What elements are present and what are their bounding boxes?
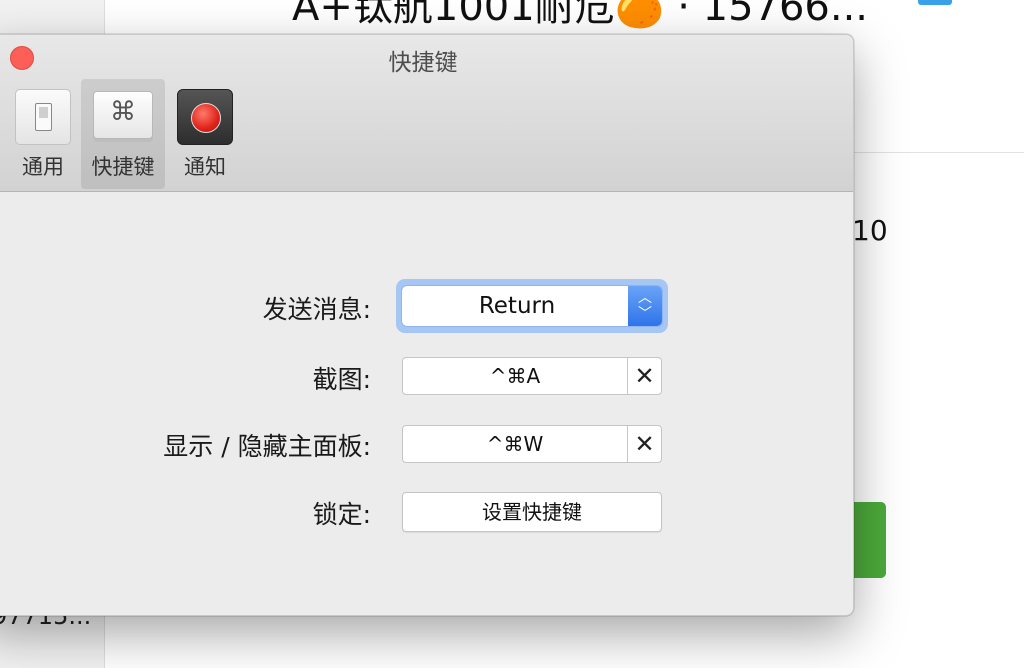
send-message-label: 发送消息: (262, 295, 371, 324)
toolbar-label-notifications: 通知 (184, 155, 226, 179)
screenshot-shortcut-field[interactable]: ^⌘A (402, 357, 628, 395)
toggle-panel-label: 显示 / 隐藏主面板: (163, 432, 371, 461)
send-message-popup-button[interactable]: Return ︿ ﹀ (401, 285, 663, 327)
record-dot-icon (177, 89, 233, 145)
send-message-row-label-container: 发送消息: (81, 290, 371, 330)
background-chat-title: A+钛航1001耐危🍊 · 15766... (292, 0, 869, 30)
titlebar-toolbar: 快捷键 通用 ⌘ 快捷键 通知 (0, 35, 853, 192)
toolbar-item-hotkeys[interactable]: ⌘ 快捷键 (81, 79, 165, 189)
screenshot-clear-button[interactable]: ✕ (627, 357, 662, 395)
toolbar-item-notifications[interactable]: 通知 (163, 79, 247, 189)
send-message-popup-value: Return (478, 293, 556, 319)
screenshot-label: 截图: (312, 365, 371, 394)
toolbar-label-general: 通用 (22, 155, 64, 179)
toggle-switch-icon (15, 89, 71, 145)
toolbar-item-general[interactable]: 通用 (1, 79, 85, 189)
lock-row-label-container: 锁定: (81, 495, 371, 535)
lock-label: 锁定: (312, 500, 371, 529)
set-lock-shortcut-button[interactable]: 设置快捷键 (402, 492, 662, 532)
window-title: 快捷键 (388, 50, 458, 76)
command-key-icon: ⌘ (93, 91, 153, 139)
background-title-icon (918, 0, 952, 5)
toggle-panel-shortcut-field[interactable]: ^⌘W (402, 425, 628, 463)
toolbar-label-hotkeys: 快捷键 (91, 155, 155, 179)
toggle-panel-row-label-container: 显示 / 隐藏主面板: (81, 427, 371, 467)
chevron-up-down-icon: ︿ ﹀ (628, 286, 662, 326)
toggle-panel-clear-button[interactable]: ✕ (627, 425, 662, 463)
background-number-text: 10 (852, 214, 888, 247)
screenshot-row-label-container: 截图: (81, 360, 371, 400)
hotkeys-preferences-window: 快捷键 通用 ⌘ 快捷键 通知 发送消息: Return ︿ ﹀ 截图: ^⌘A… (0, 34, 854, 616)
